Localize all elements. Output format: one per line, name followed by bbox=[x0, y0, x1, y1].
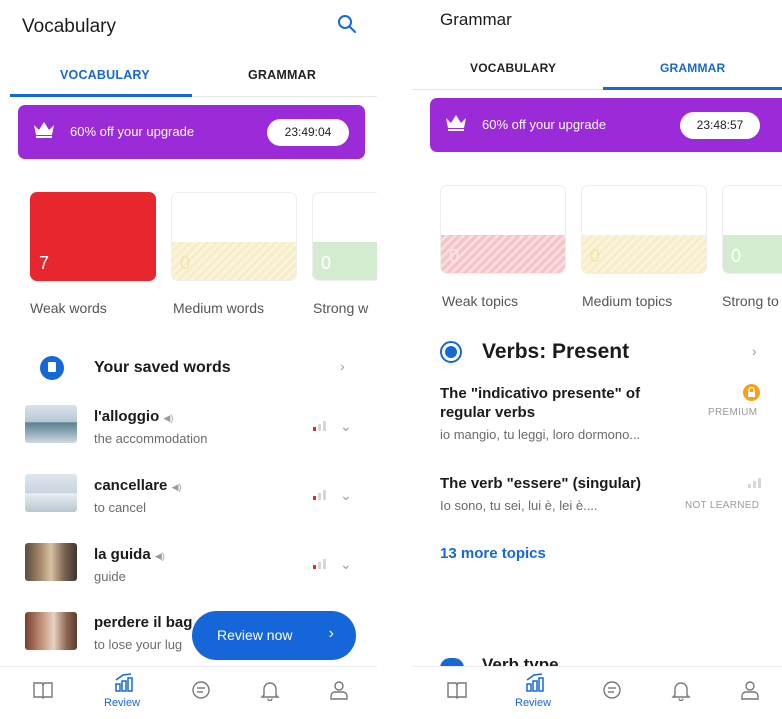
review-now-button[interactable]: Review now › bbox=[192, 611, 356, 660]
bottom-navigation: Review bbox=[412, 666, 782, 719]
medium-topics-count: 0 bbox=[590, 246, 601, 266]
bookmark-icon bbox=[40, 356, 64, 380]
medium-topics-fill bbox=[582, 235, 706, 273]
word-thumbnail bbox=[25, 612, 77, 650]
crown-icon bbox=[34, 122, 54, 138]
more-topics-link[interactable]: 13 more topics bbox=[440, 545, 546, 562]
strong-words-label: Strong w bbox=[313, 300, 369, 316]
review-nav-label[interactable]: Review bbox=[515, 697, 551, 709]
weak-topics-count: 0 bbox=[449, 246, 460, 266]
chat-icon[interactable] bbox=[190, 679, 212, 701]
vocabulary-screen: Vocabulary VOCABULARY GRAMMAR 60% off yo… bbox=[0, 0, 377, 719]
chevron-right-icon: › bbox=[340, 358, 345, 374]
tab-vocabulary[interactable]: VOCABULARY bbox=[470, 61, 556, 75]
section-radio bbox=[440, 341, 462, 363]
medium-topics-label: Medium topics bbox=[582, 293, 673, 309]
strength-bars-icon bbox=[313, 490, 327, 500]
word-thumbnail bbox=[25, 474, 77, 512]
medium-words-count: 0 bbox=[180, 253, 191, 273]
strength-bars-icon bbox=[313, 559, 327, 569]
bell-icon[interactable] bbox=[259, 679, 281, 701]
not-learned-tag: NOT LEARNED bbox=[685, 500, 760, 511]
upgrade-banner[interactable]: 60% off your upgrade 23:48:57 bbox=[430, 98, 782, 152]
saved-words-label: Your saved words bbox=[94, 359, 231, 376]
tab-grammar[interactable]: GRAMMAR bbox=[248, 68, 316, 82]
word-thumbnail bbox=[25, 543, 77, 581]
upgrade-text: 60% off your upgrade bbox=[482, 117, 607, 132]
strong-words-card[interactable]: 0 bbox=[312, 192, 377, 281]
section-title: Verbs: Present bbox=[482, 340, 630, 363]
topic-title-line2: regular verbs bbox=[440, 404, 536, 421]
crown-icon bbox=[446, 115, 466, 131]
medium-words-fill bbox=[172, 242, 296, 280]
strong-words-count: 0 bbox=[321, 253, 332, 273]
book-icon[interactable] bbox=[446, 679, 468, 701]
countdown-timer: 23:48:57 bbox=[680, 112, 760, 139]
word-meaning: guide bbox=[94, 569, 126, 584]
search-icon[interactable] bbox=[336, 13, 358, 35]
topic-title: The verb "essere" (singular) bbox=[440, 475, 641, 492]
strong-topics-count: 0 bbox=[731, 246, 742, 266]
chevron-right-icon: › bbox=[328, 625, 334, 642]
weak-topics-fill bbox=[441, 235, 565, 273]
strength-bars-icon bbox=[748, 478, 762, 488]
strength-bars-icon bbox=[313, 421, 327, 431]
speaker-icon[interactable]: ◀) bbox=[172, 482, 182, 492]
grammar-screen: Grammar VOCABULARY GRAMMAR 60% off your … bbox=[412, 0, 782, 719]
chevron-down-icon[interactable]: ⌄ bbox=[340, 556, 352, 573]
weak-words-card[interactable]: 7 bbox=[30, 192, 156, 281]
topic-title-line1: The "indicativo presente" of bbox=[440, 385, 641, 402]
review-chart-icon[interactable] bbox=[113, 672, 135, 694]
upgrade-banner[interactable]: 60% off your upgrade 23:49:04 bbox=[18, 105, 365, 159]
medium-words-label: Medium words bbox=[173, 300, 265, 316]
countdown-timer: 23:49:04 bbox=[267, 119, 349, 146]
word-text: l'alloggio bbox=[94, 408, 160, 425]
strong-topics-card[interactable]: 0 bbox=[722, 185, 782, 274]
medium-words-card[interactable]: 0 bbox=[171, 192, 297, 281]
weak-topics-card[interactable]: 0 bbox=[440, 185, 566, 274]
premium-tag: PREMIUM bbox=[708, 407, 758, 418]
word-thumbnail bbox=[25, 405, 77, 443]
bottom-navigation: Review bbox=[0, 666, 377, 719]
page-title: Grammar bbox=[440, 10, 512, 29]
word-text: la guida bbox=[94, 546, 151, 563]
tab-vocabulary[interactable]: VOCABULARY bbox=[60, 68, 150, 82]
weak-words-label: Weak words bbox=[30, 300, 107, 316]
upgrade-text: 60% off your upgrade bbox=[70, 124, 195, 139]
tab-indicator bbox=[10, 94, 192, 97]
chevron-down-icon[interactable]: ⌄ bbox=[340, 487, 352, 504]
topic-example: io mangio, tu leggi, loro dormono... bbox=[440, 427, 641, 442]
word-meaning: to lose your lug bbox=[94, 637, 183, 652]
weak-topics-label: Weak topics bbox=[442, 293, 518, 309]
speaker-icon[interactable]: ◀) bbox=[155, 551, 165, 561]
bell-icon[interactable] bbox=[670, 679, 692, 701]
lock-icon bbox=[743, 384, 760, 401]
chevron-down-icon[interactable]: ⌄ bbox=[340, 418, 352, 435]
profile-icon[interactable] bbox=[739, 679, 761, 701]
review-nav-label[interactable]: Review bbox=[104, 697, 140, 709]
word-meaning: the accommodation bbox=[94, 431, 208, 446]
medium-topics-card[interactable]: 0 bbox=[581, 185, 707, 274]
book-icon[interactable] bbox=[32, 679, 54, 701]
tab-grammar[interactable]: GRAMMAR bbox=[660, 61, 725, 75]
speaker-icon[interactable]: ◀) bbox=[163, 413, 173, 423]
word-text: perdere il bag bbox=[94, 614, 193, 631]
chat-icon[interactable] bbox=[601, 679, 623, 701]
page-title: Vocabulary bbox=[22, 16, 117, 37]
tab-indicator bbox=[603, 87, 782, 90]
profile-icon[interactable] bbox=[328, 679, 350, 701]
word-meaning: to cancel bbox=[94, 500, 147, 515]
strong-topics-label: Strong to bbox=[722, 293, 779, 309]
review-chart-icon[interactable] bbox=[524, 672, 546, 694]
topic-example: Io sono, tu sei, lui è, lei è.... bbox=[440, 498, 598, 513]
word-text: cancellare bbox=[94, 477, 168, 494]
weak-words-count: 7 bbox=[39, 253, 50, 273]
review-now-label: Review now bbox=[217, 627, 293, 643]
chevron-right-icon: › bbox=[752, 343, 757, 359]
